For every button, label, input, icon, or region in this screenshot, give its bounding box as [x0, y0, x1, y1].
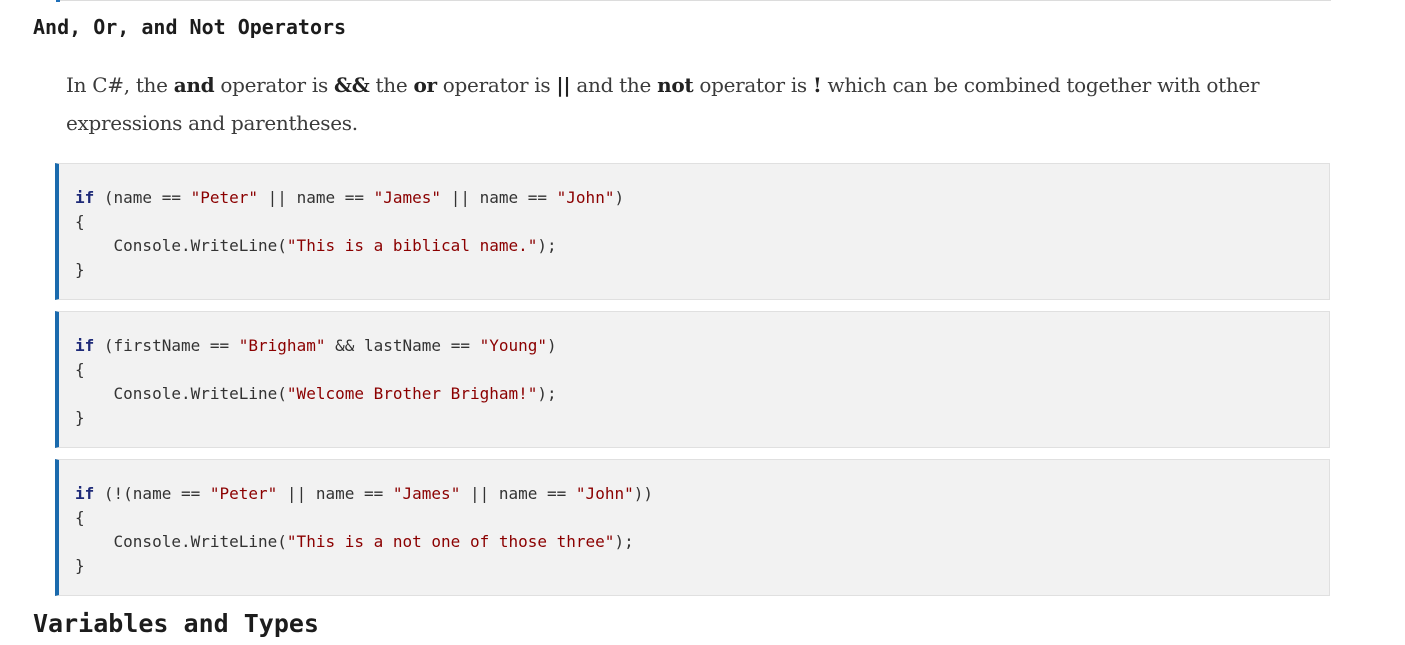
code-token: || name ==: [258, 188, 374, 207]
string-literal: "John": [556, 188, 615, 207]
para-text: the: [369, 73, 414, 97]
string-literal: "Peter": [190, 188, 259, 207]
operators-heading: And, Or, and Not Operators: [33, 15, 347, 39]
code-token: Console.WriteLine(: [75, 532, 287, 551]
code-text[interactable]: if (firstName == "Brigham" && lastName =…: [59, 312, 1329, 430]
close-brace: }: [75, 408, 85, 427]
and-operator: &&: [333, 73, 370, 97]
top-divider: [56, 0, 1331, 1]
code-token: );: [537, 236, 557, 255]
string-literal: "Welcome Brother Brigham!": [286, 384, 538, 403]
code-token: ): [547, 336, 557, 355]
code-token: Console.WriteLine(: [75, 236, 287, 255]
operators-paragraph: In C#, the and operator is && the or ope…: [66, 66, 1331, 142]
code-token: (name ==: [94, 188, 191, 207]
keyword-if: if: [75, 484, 95, 503]
code-token: ): [614, 188, 625, 207]
open-brace: {: [75, 212, 85, 231]
code-token: (!(name ==: [94, 484, 210, 503]
top-divider-accent: [56, 0, 60, 2]
keyword-if: if: [75, 336, 95, 355]
para-text: operator is: [693, 73, 813, 97]
code-block-and-example[interactable]: if (firstName == "Brigham" && lastName =…: [55, 311, 1330, 448]
string-literal: "Brigham": [238, 336, 326, 355]
string-literal: "Young": [479, 336, 548, 355]
keyword-if: if: [75, 188, 95, 207]
open-brace: {: [75, 508, 85, 527]
para-text: operator is: [214, 73, 334, 97]
code-token: );: [537, 384, 557, 403]
string-literal: "This is a not one of those three": [286, 532, 615, 551]
and-keyword: and: [173, 73, 215, 97]
string-literal: "James": [373, 188, 442, 207]
code-token: );: [614, 532, 634, 551]
code-text[interactable]: if (name == "Peter" || name == "James" |…: [59, 164, 1329, 282]
not-keyword: not: [657, 73, 694, 97]
close-brace: }: [75, 260, 85, 279]
or-operator: ||: [556, 73, 571, 97]
code-token: )): [633, 484, 653, 503]
code-block-not-example[interactable]: if (!(name == "Peter" || name == "James"…: [55, 459, 1330, 596]
para-text: In C#, the: [66, 73, 174, 97]
string-literal: "James": [392, 484, 461, 503]
code-text[interactable]: if (!(name == "Peter" || name == "James"…: [59, 460, 1329, 578]
string-literal: "This is a biblical name.": [286, 236, 538, 255]
string-literal: "John": [575, 484, 634, 503]
para-text: and the: [570, 73, 658, 97]
code-token: Console.WriteLine(: [75, 384, 287, 403]
close-brace: }: [75, 556, 85, 575]
para-text: operator is: [436, 73, 557, 97]
code-token: (firstName ==: [94, 336, 239, 355]
code-token: || name ==: [460, 484, 576, 503]
code-token: || name ==: [441, 188, 557, 207]
open-brace: {: [75, 360, 85, 379]
code-token: && lastName ==: [325, 336, 480, 355]
code-block-or-example[interactable]: if (name == "Peter" || name == "James" |…: [55, 163, 1330, 300]
code-token: || name ==: [277, 484, 393, 503]
string-literal: "Peter": [209, 484, 278, 503]
variables-heading: Variables and Types: [33, 609, 319, 638]
or-keyword: or: [413, 73, 437, 97]
